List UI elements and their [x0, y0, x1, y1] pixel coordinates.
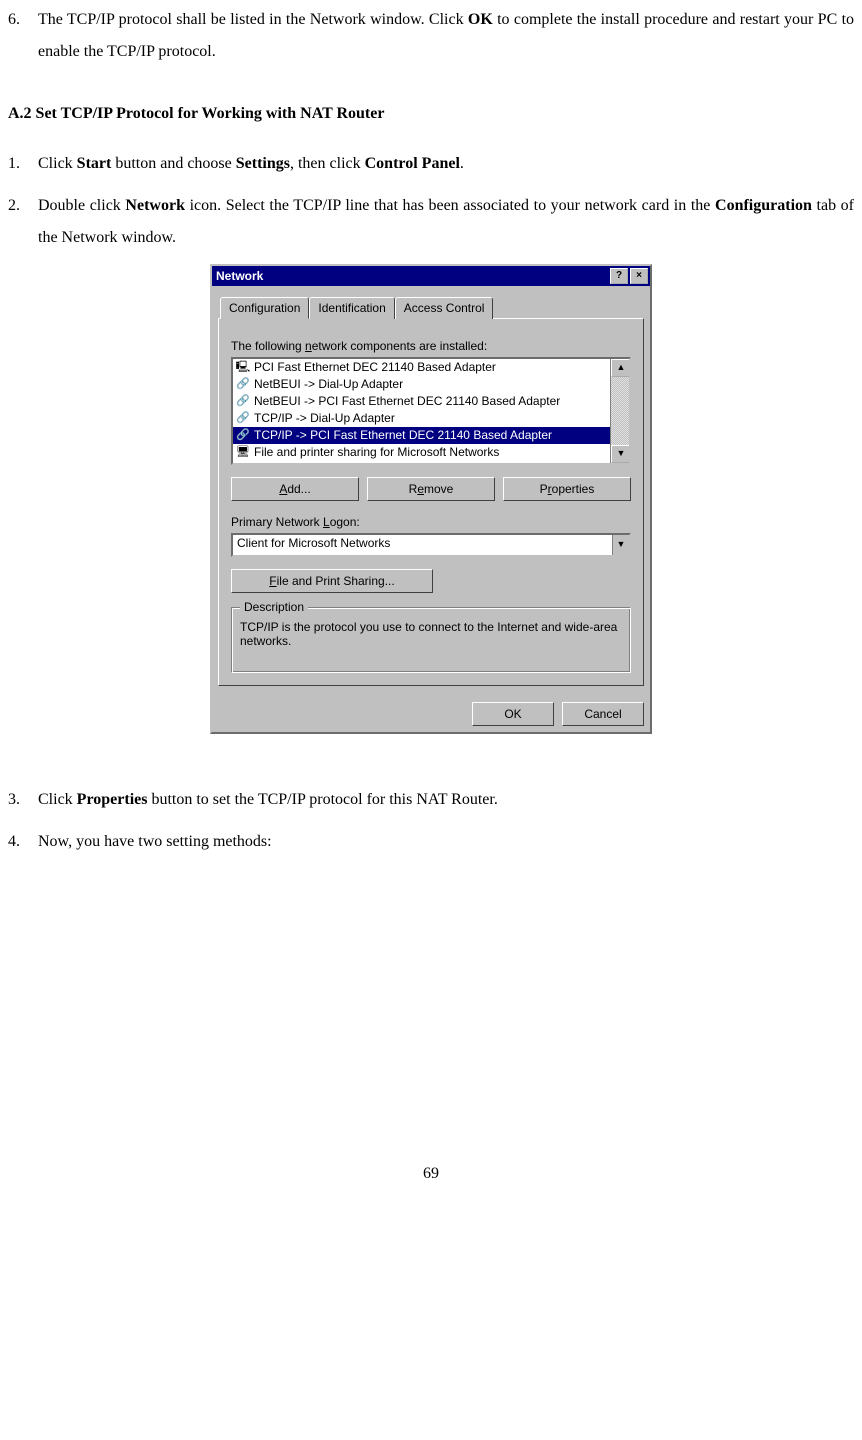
network-dialog: Network ? × Configuration Identification…	[210, 264, 652, 734]
step-text: Click Properties button to set the TCP/I…	[38, 784, 854, 816]
section-heading-a2: A.2 Set TCP/IP Protocol for Working with…	[8, 98, 854, 130]
scroll-track[interactable]	[611, 377, 629, 445]
scroll-up-icon[interactable]: ▲	[611, 359, 631, 377]
step-text: Now, you have two setting methods:	[38, 826, 854, 858]
protocol-icon: 🔗	[235, 377, 251, 391]
step-6: 6. The TCP/IP protocol shall be listed i…	[8, 4, 854, 68]
tab-identification[interactable]: Identification	[309, 297, 394, 319]
scroll-down-icon[interactable]: ▼	[611, 445, 631, 463]
step-number: 4.	[8, 826, 38, 858]
a2-step-2: 2. Double click Network icon. Select the…	[8, 190, 854, 254]
tab-access-control[interactable]: Access Control	[395, 297, 494, 319]
components-listbox[interactable]: 🖳PCI Fast Ethernet DEC 21140 Based Adapt…	[231, 357, 631, 465]
cancel-button[interactable]: Cancel	[562, 702, 644, 726]
adapter-icon: 🖳	[235, 360, 251, 374]
group-label: Description	[240, 600, 308, 614]
step-text: Double click Network icon. Select the TC…	[38, 190, 854, 254]
list-item-selected[interactable]: 🔗TCP/IP -> PCI Fast Ethernet DEC 21140 B…	[233, 427, 610, 444]
list-buttons: Add... Remove Properties	[231, 477, 631, 501]
dialog-body: Configuration Identification Access Cont…	[212, 286, 650, 692]
components-label: The following network components are ins…	[231, 339, 631, 353]
file-print-sharing-button[interactable]: File and Print Sharing...	[231, 569, 433, 593]
scrollbar[interactable]: ▲ ▼	[610, 359, 629, 463]
step-text: Click Start button and choose Settings, …	[38, 148, 854, 180]
chevron-down-icon[interactable]: ▼	[612, 535, 629, 555]
description-group: Description TCP/IP is the protocol you u…	[231, 607, 631, 673]
tab-configuration[interactable]: Configuration	[220, 297, 309, 319]
list-item[interactable]: 🔗NetBEUI -> Dial-Up Adapter	[233, 376, 610, 393]
step-text: The TCP/IP protocol shall be listed in t…	[38, 4, 854, 68]
list-items: 🖳PCI Fast Ethernet DEC 21140 Based Adapt…	[233, 359, 610, 463]
list-item[interactable]: 🖳PCI Fast Ethernet DEC 21140 Based Adapt…	[233, 359, 610, 376]
a2-step-1: 1. Click Start button and choose Setting…	[8, 148, 854, 180]
properties-button[interactable]: Properties	[503, 477, 631, 501]
protocol-icon: 🔗	[235, 411, 251, 425]
a2-step-4: 4. Now, you have two setting methods:	[8, 826, 854, 858]
list-item[interactable]: 🔗TCP/IP -> Dial-Up Adapter	[233, 410, 610, 427]
remove-button[interactable]: Remove	[367, 477, 495, 501]
description-text: TCP/IP is the protocol you use to connec…	[240, 620, 622, 664]
list-item[interactable]: 🔗NetBEUI -> PCI Fast Ethernet DEC 21140 …	[233, 393, 610, 410]
protocol-icon: 🔗	[235, 394, 251, 408]
dialog-footer: OK Cancel	[212, 692, 650, 732]
protocol-icon: 🔗	[235, 428, 251, 442]
list-item[interactable]: 🖥File and printer sharing for Microsoft …	[233, 444, 610, 461]
step-number: 2.	[8, 190, 38, 254]
primary-logon-combo[interactable]: Client for Microsoft Networks ▼	[231, 533, 631, 557]
close-button[interactable]: ×	[630, 268, 648, 284]
step-number: 6.	[8, 4, 38, 68]
help-button[interactable]: ?	[610, 268, 628, 284]
add-button[interactable]: Add...	[231, 477, 359, 501]
service-icon: 🖥	[235, 445, 251, 459]
step-number: 1.	[8, 148, 38, 180]
configuration-panel: The following network components are ins…	[218, 318, 644, 686]
a2-step-3: 3. Click Properties button to set the TC…	[8, 784, 854, 816]
tab-strip: Configuration Identification Access Cont…	[220, 297, 644, 319]
ok-button[interactable]: OK	[472, 702, 554, 726]
combo-value: Client for Microsoft Networks	[233, 535, 612, 555]
titlebar[interactable]: Network ? ×	[212, 266, 650, 286]
page-number: 69	[8, 1158, 854, 1190]
step-number: 3.	[8, 784, 38, 816]
dialog-title: Network	[216, 269, 608, 283]
logon-label: Primary Network Logon:	[231, 515, 631, 529]
